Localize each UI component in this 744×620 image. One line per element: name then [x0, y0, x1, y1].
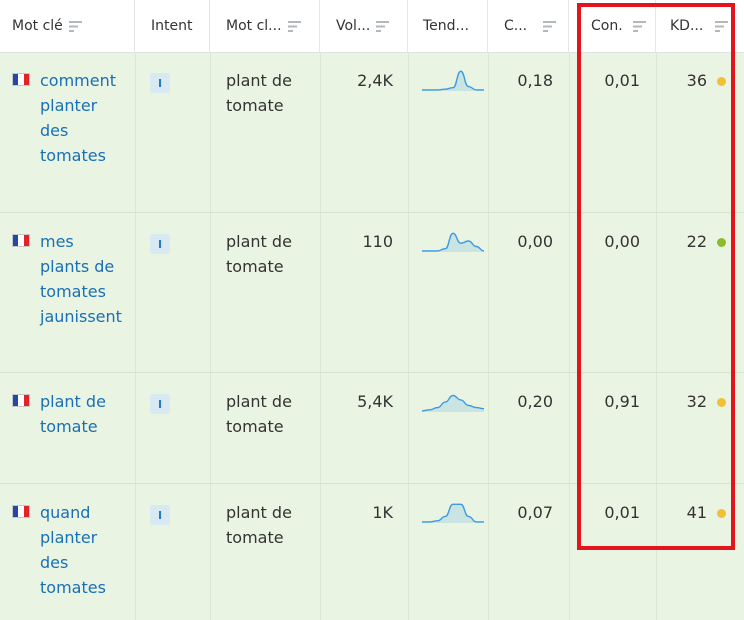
- col-header-keyword[interactable]: Mot clé: [0, 0, 135, 52]
- france-flag-icon: [12, 394, 30, 407]
- main-keyword-line: plant de: [226, 232, 292, 251]
- col-header-volume-label: Vol...: [336, 18, 371, 34]
- col-header-kd[interactable]: KD...: [656, 0, 744, 52]
- intent-badge[interactable]: I: [150, 234, 170, 254]
- kd-difficulty-dot: [717, 238, 726, 247]
- cpc-value: 0,07: [517, 503, 553, 522]
- france-flag-icon: [12, 234, 30, 247]
- kd-value: 32: [686, 392, 707, 411]
- kd-value: 41: [686, 503, 707, 522]
- volume-value: 110: [362, 232, 393, 251]
- keyword-link[interactable]: quand planter des tomates: [40, 500, 130, 600]
- col-header-cpc-label: C...: [504, 18, 528, 34]
- keyword-line: planter: [40, 528, 98, 547]
- main-keyword-line: tomate: [226, 257, 284, 276]
- sparkline-area: [422, 233, 484, 252]
- col-header-competition-label: Con.: [591, 18, 623, 34]
- keyword-link[interactable]: plant de tomate: [40, 389, 130, 439]
- main-keyword: plant de tomate: [226, 229, 311, 279]
- keyword-line: des: [40, 121, 69, 140]
- keyword-line: tomates: [40, 146, 106, 165]
- table-row: comment planter des tomates I plant de t…: [0, 53, 744, 213]
- table-row: quand planter des tomates I plant de tom…: [0, 484, 744, 620]
- competition-value: 0,01: [604, 71, 640, 90]
- main-keyword-line: tomate: [226, 528, 284, 547]
- trend-sparkline[interactable]: [422, 499, 484, 525]
- main-keyword-line: tomate: [226, 417, 284, 436]
- kd-difficulty-dot: [717, 509, 726, 518]
- competition-value: 0,01: [604, 503, 640, 522]
- keyword-table: Mot clé Intent Mot cl... Vol... Tend... …: [0, 0, 744, 620]
- trend-sparkline[interactable]: [422, 228, 484, 254]
- col-header-volume[interactable]: Vol...: [320, 0, 408, 52]
- main-keyword: plant de tomate: [226, 389, 311, 439]
- keyword-line: tomate: [40, 417, 98, 436]
- france-flag-icon: [12, 73, 30, 86]
- col-header-intent[interactable]: Intent: [135, 0, 210, 52]
- col-header-intent-label: Intent: [151, 18, 193, 34]
- keyword-link[interactable]: mes plants de tomates jaunissent: [40, 229, 130, 329]
- cpc-value: 0,20: [517, 392, 553, 411]
- intent-badge[interactable]: I: [150, 394, 170, 414]
- competition-value: 0,00: [604, 232, 640, 251]
- kd-difficulty-dot: [717, 398, 726, 407]
- sort-icon[interactable]: [68, 20, 82, 32]
- sort-icon[interactable]: [543, 20, 557, 32]
- keyword-line: mes: [40, 232, 74, 251]
- col-header-main-keyword-label: Mot cl...: [226, 18, 282, 34]
- cpc-value: 0,00: [517, 232, 553, 251]
- trend-sparkline[interactable]: [422, 388, 484, 414]
- sparkline-line: [422, 70, 484, 91]
- volume-value: 5,4K: [357, 392, 393, 411]
- kd-difficulty-dot: [717, 77, 726, 86]
- col-header-main-keyword[interactable]: Mot cl...: [210, 0, 320, 52]
- keyword-line: comment: [40, 71, 117, 90]
- keyword-line: tomates: [40, 578, 106, 597]
- col-header-trend[interactable]: Tend...: [408, 0, 488, 52]
- sort-icon[interactable]: [376, 20, 390, 32]
- keyword-line: planter: [40, 96, 98, 115]
- keyword-line: jaunissent: [40, 307, 122, 326]
- col-header-competition[interactable]: Con.: [569, 0, 656, 52]
- volume-value: 1K: [372, 503, 393, 522]
- table-row: mes plants de tomates jaunissent I plant…: [0, 213, 744, 373]
- main-keyword: plant de tomate: [226, 68, 311, 118]
- sparkline-area: [422, 504, 484, 523]
- keyword-line: tomates: [40, 282, 106, 301]
- cpc-value: 0,18: [517, 71, 553, 90]
- col-header-trend-label: Tend...: [423, 18, 469, 34]
- intent-badge[interactable]: I: [150, 73, 170, 93]
- main-keyword-line: tomate: [226, 96, 284, 115]
- col-header-cpc[interactable]: C...: [488, 0, 569, 52]
- trend-sparkline[interactable]: [422, 67, 484, 93]
- sort-icon[interactable]: [632, 20, 646, 32]
- kd-value: 36: [686, 71, 707, 90]
- col-header-kd-label: KD...: [670, 18, 704, 34]
- kd-value: 22: [686, 232, 707, 251]
- main-keyword: plant de tomate: [226, 500, 311, 550]
- keyword-line: plants de: [40, 257, 115, 276]
- sort-icon[interactable]: [715, 20, 729, 32]
- main-keyword-line: plant de: [226, 503, 292, 522]
- france-flag-icon: [12, 505, 30, 518]
- sort-icon[interactable]: [287, 20, 301, 32]
- table-header: Mot clé Intent Mot cl... Vol... Tend... …: [0, 0, 744, 53]
- col-header-keyword-label: Mot clé: [12, 18, 63, 34]
- intent-badge[interactable]: I: [150, 505, 170, 525]
- keyword-line: quand: [40, 503, 91, 522]
- keyword-line: des: [40, 553, 69, 572]
- keyword-line: plant de: [40, 392, 106, 411]
- main-keyword-line: plant de: [226, 392, 292, 411]
- main-keyword-line: plant de: [226, 71, 292, 90]
- volume-value: 2,4K: [357, 71, 393, 90]
- keyword-link[interactable]: comment planter des tomates: [40, 68, 130, 168]
- competition-value: 0,91: [604, 392, 640, 411]
- table-row: plant de tomate I plant de tomate 5,4K 0…: [0, 373, 744, 484]
